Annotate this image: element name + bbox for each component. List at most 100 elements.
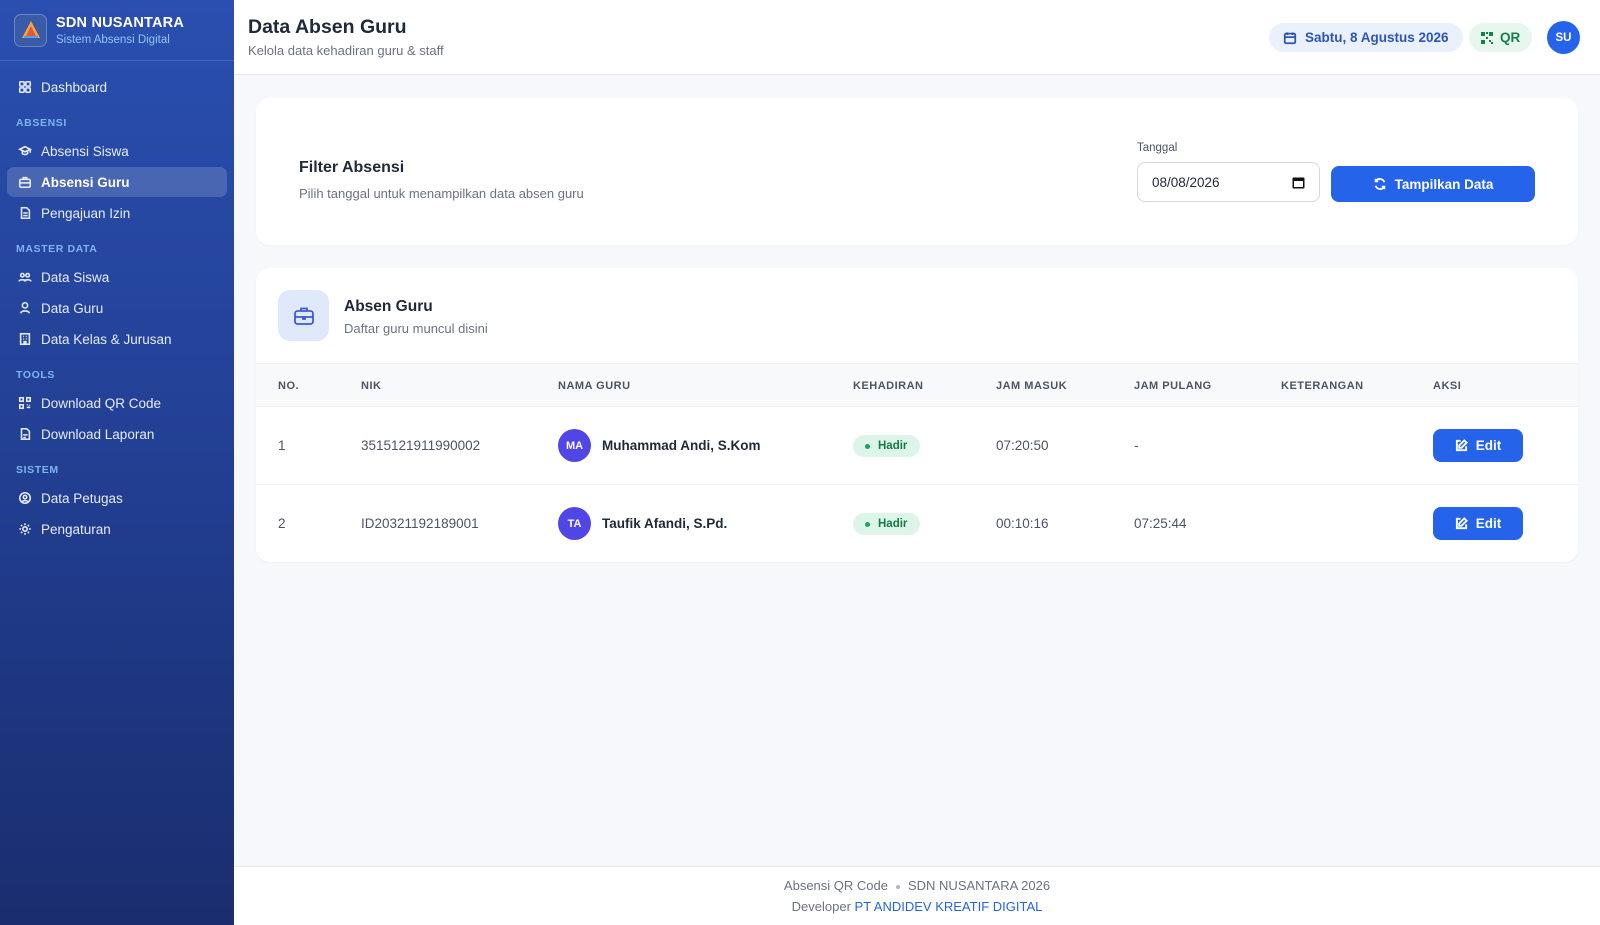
current-date-text: Sabtu, 8 Agustus 2026 <box>1305 30 1449 45</box>
cell-nama: Taufik Afandi, S.Pd. <box>602 516 728 531</box>
gear-icon <box>17 522 32 537</box>
status-dot-icon <box>865 443 870 449</box>
show-data-button-label: Tampilkan Data <box>1394 176 1494 192</box>
qr-button[interactable]: QR <box>1469 23 1533 52</box>
date-field[interactable]: 08/08/2026 <box>1137 162 1320 202</box>
document-icon <box>17 206 32 221</box>
footer-app-name: Absensi QR Code <box>783 878 888 893</box>
column-header-no: NO. <box>278 380 300 392</box>
column-header-nama: NAMA GURU <box>558 380 631 392</box>
qr-code-icon <box>1481 31 1493 44</box>
cell-nik: 3515121911990002 <box>361 438 481 453</box>
briefcase-icon <box>278 290 329 341</box>
school-logo-icon <box>14 13 47 47</box>
footer-app-line: Absensi QR Code SDN NUSANTARA 2026 <box>234 878 1600 893</box>
table-row: 1 3515121911990002 MA Muhammad Andi, S.K… <box>256 407 1578 485</box>
cell-nik: ID20321192189001 <box>361 516 479 531</box>
sidebar-item-download-qr[interactable]: Download QR Code <box>7 388 227 418</box>
avatar: TA <box>558 507 591 540</box>
qr-button-label: QR <box>1500 30 1521 45</box>
sidebar-item-label: Absensi Siswa <box>41 143 129 159</box>
student-icon <box>17 144 32 159</box>
status-badge: Hadir <box>853 513 921 535</box>
edit-button[interactable]: Edit <box>1433 429 1523 462</box>
sidebar-item-data-petugas[interactable]: Data Petugas <box>7 483 227 513</box>
sidebar-item-label: Data Guru <box>41 300 104 316</box>
sidebar-item-pengajuan-izin[interactable]: Pengajuan Izin <box>7 198 227 228</box>
sidebar-item-label: Data Siswa <box>41 269 110 285</box>
show-data-button[interactable]: Tampilkan Data <box>1331 166 1535 202</box>
brand-subtitle: Sistem Absensi Digital <box>56 33 170 46</box>
footer-copyright: SDN NUSANTARA 2026 <box>907 878 1051 893</box>
page-title: Data Absen Guru <box>248 16 407 38</box>
cell-no: 1 <box>278 438 286 453</box>
footer-developer-line: Developer PT ANDIDEV KREATIF DIGITAL <box>234 899 1600 914</box>
refresh-icon <box>1374 178 1385 190</box>
sidebar-item-data-guru[interactable]: Data Guru <box>7 293 227 323</box>
sidebar-item-data-kelas[interactable]: Data Kelas & Jurusan <box>7 324 227 354</box>
qr-code-icon <box>17 396 32 411</box>
table-title: Absen Guru <box>344 298 433 315</box>
briefcase-icon <box>17 175 32 190</box>
sidebar-section-sistem: SISTEM <box>16 464 59 476</box>
filter-card: Filter Absensi Pilih tanggal untuk menam… <box>256 98 1578 245</box>
sidebar-item-label: Pengaturan <box>41 521 111 537</box>
user-avatar[interactable]: SU <box>1547 21 1580 54</box>
cell-jam-pulang: - <box>1134 438 1139 453</box>
sidebar-item-pengaturan[interactable]: Pengaturan <box>7 514 227 544</box>
top-header: Data Absen Guru Kelola data kehadiran gu… <box>234 0 1600 75</box>
building-icon <box>17 332 32 347</box>
current-date-badge: Sabtu, 8 Agustus 2026 <box>1269 23 1463 52</box>
column-header-kehadiran: KEHADIRAN <box>853 380 924 392</box>
date-field-label: Tanggal <box>1137 142 1178 154</box>
calendar-icon <box>1283 31 1297 44</box>
edit-icon <box>1455 439 1468 452</box>
calendar-icon[interactable] <box>1292 176 1305 189</box>
cell-jam-masuk: 07:20:50 <box>996 438 1049 453</box>
separator-dot-icon <box>895 884 900 889</box>
sidebar-item-download-laporan[interactable]: Download Laporan <box>7 419 227 449</box>
sidebar-section-tools: TOOLS <box>16 369 55 381</box>
avatar: MA <box>558 429 591 462</box>
sidebar-nav: Dashboard ABSENSI Absensi Siswa Absensi … <box>0 61 234 544</box>
sidebar-item-label: Data Petugas <box>41 490 123 506</box>
sidebar: SDN NUSANTARA Sistem Absensi Digital Das… <box>0 0 234 925</box>
edit-icon <box>1455 517 1468 530</box>
sidebar-section-absensi: ABSENSI <box>16 117 67 129</box>
sidebar-item-data-siswa[interactable]: Data Siswa <box>7 262 227 292</box>
developer-link[interactable]: PT ANDIDEV KREATIF DIGITAL <box>855 899 1043 914</box>
sidebar-item-dashboard[interactable]: Dashboard <box>7 72 227 102</box>
footer-developer-prefix: Developer <box>791 899 851 914</box>
status-dot-icon <box>865 521 870 527</box>
column-header-jam-masuk: JAM MASUK <box>996 380 1068 392</box>
user-icon <box>17 301 32 316</box>
sidebar-item-label: Download Laporan <box>41 426 155 442</box>
filter-title: Filter Absensi <box>299 159 405 176</box>
sidebar-item-label: Pengajuan Izin <box>41 205 131 221</box>
edit-button[interactable]: Edit <box>1433 507 1523 540</box>
sidebar-item-label: Data Kelas & Jurusan <box>41 331 172 347</box>
edit-button-label: Edit <box>1475 516 1502 531</box>
user-circle-icon <box>17 491 32 506</box>
dashboard-grid-icon <box>17 80 32 95</box>
sidebar-section-master: MASTER DATA <box>16 243 98 255</box>
status-badge-label: Hadir <box>878 518 908 530</box>
filter-subtitle: Pilih tanggal untuk menampilkan data abs… <box>299 186 584 201</box>
column-header-nik: NIK <box>361 380 382 392</box>
brand: SDN NUSANTARA Sistem Absensi Digital <box>0 0 234 61</box>
column-header-keterangan: KETERANGAN <box>1281 380 1364 392</box>
status-badge: Hadir <box>853 435 921 457</box>
table-row: 2 ID20321192189001 TA Taufik Afandi, S.P… <box>256 485 1578 562</box>
brand-name: SDN NUSANTARA <box>56 14 184 31</box>
sidebar-item-absensi-siswa[interactable]: Absensi Siswa <box>7 136 227 166</box>
table-subtitle: Daftar guru muncul disini <box>344 321 488 336</box>
sidebar-item-label: Absensi Guru <box>41 174 130 190</box>
edit-button-label: Edit <box>1475 438 1502 453</box>
sidebar-item-absensi-guru[interactable]: Absensi Guru <box>7 167 227 197</box>
date-field-value: 08/08/2026 <box>1152 174 1220 190</box>
cell-jam-pulang: 07:25:44 <box>1134 516 1187 531</box>
page-subtitle: Kelola data kehadiran guru & staff <box>248 43 444 58</box>
sidebar-item-label: Dashboard <box>41 79 108 95</box>
column-header-aksi: AKSI <box>1433 380 1462 392</box>
sidebar-item-label: Download QR Code <box>41 395 162 411</box>
